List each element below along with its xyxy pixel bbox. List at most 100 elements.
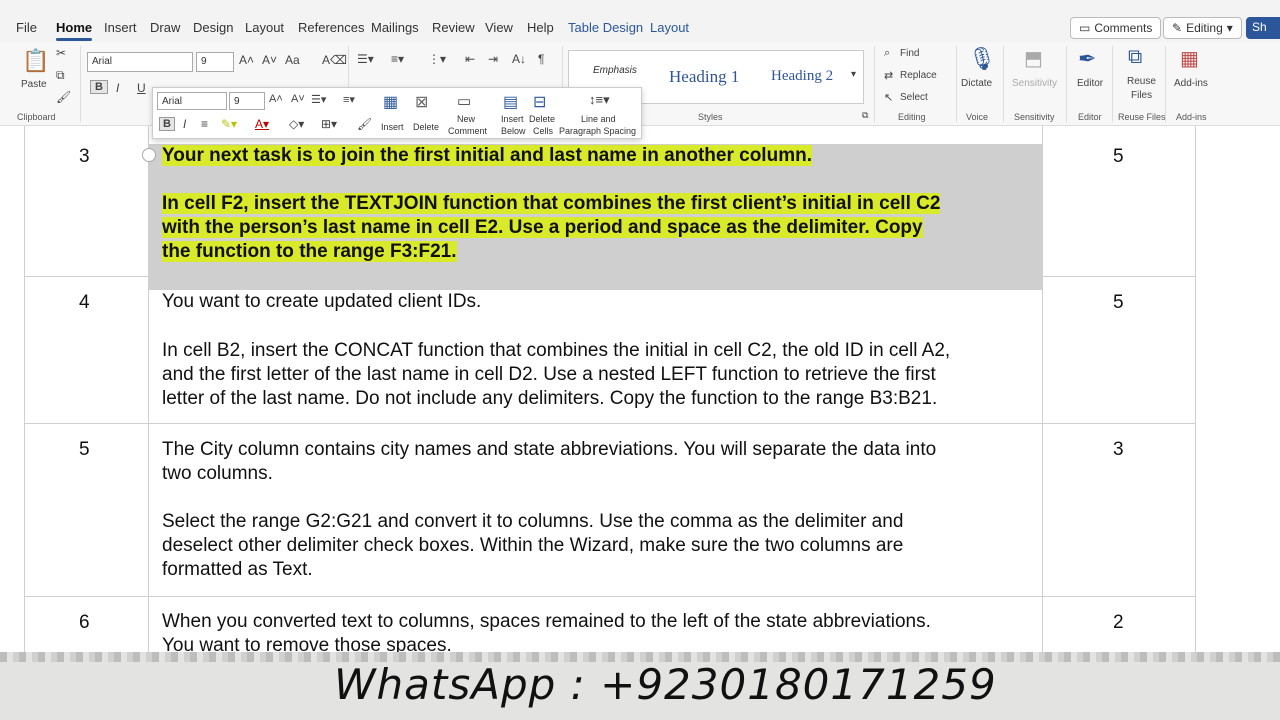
bullets-icon[interactable]: ☰▾ — [357, 52, 374, 66]
style-heading-1[interactable]: Heading 1 — [669, 67, 739, 87]
grow-font-icon[interactable]: A˄ — [239, 53, 254, 67]
comments-button[interactable]: ▭ Comments — [1070, 17, 1162, 39]
share-button[interactable]: Sh — [1246, 17, 1280, 39]
bold-button[interactable]: B — [90, 80, 108, 94]
delete-cells-icon[interactable]: ⊟ — [533, 92, 546, 112]
paste-icon[interactable]: 📋 — [22, 48, 49, 74]
tab-layout[interactable]: Layout — [245, 20, 284, 35]
dictate-button[interactable]: Dictate — [961, 78, 992, 89]
replace-icon[interactable]: ⇄ — [884, 69, 893, 82]
increase-indent-icon[interactable]: ⇥ — [488, 52, 498, 66]
mini-insert-button[interactable]: Insert — [381, 122, 404, 133]
mini-italic-button[interactable]: I — [183, 117, 186, 131]
add-ins-button[interactable]: Add-ins — [1174, 78, 1208, 89]
mini-font-name-box[interactable]: Arial — [157, 92, 227, 110]
tab-help[interactable]: Help — [527, 20, 554, 35]
highlight-icon[interactable]: ✎▾ — [221, 117, 237, 131]
reuse-label-2[interactable]: Files — [1131, 90, 1152, 101]
delete-table-icon[interactable]: ⊠ — [415, 92, 428, 112]
shrink-font-icon[interactable]: A˅ — [291, 93, 305, 105]
tab-file[interactable]: File — [16, 20, 37, 35]
document-page[interactable]: 3 5 Your next task is to join the first … — [0, 126, 1280, 658]
tab-design[interactable]: Design — [193, 20, 233, 35]
mini-font-size-box[interactable]: 9 — [229, 92, 265, 110]
reuse-label-1[interactable]: Reuse — [1127, 76, 1156, 87]
replace-button[interactable]: Replace — [900, 70, 937, 81]
paste-label[interactable]: Paste — [21, 79, 47, 90]
find-button[interactable]: Find — [900, 48, 919, 59]
delete-cells-label-2[interactable]: Cells — [533, 126, 553, 137]
editing-label: Editing — [1186, 21, 1223, 35]
numbering-icon[interactable]: ≡▾ — [391, 52, 404, 66]
tab-insert[interactable]: Insert — [104, 20, 137, 35]
line-spacing-label-2[interactable]: Paragraph Spacing — [559, 126, 636, 137]
whatsapp-watermark: WhatsApp : +923018017125​9 — [334, 660, 997, 709]
chevron-down-icon: ▾ — [1226, 21, 1233, 35]
insert-below-label-1[interactable]: Insert — [501, 114, 524, 125]
shrink-font-icon[interactable]: A˅ — [262, 53, 277, 67]
clear-formatting-icon[interactable]: A⌫ — [322, 53, 347, 67]
microphone-icon[interactable]: 🎙 — [968, 46, 996, 72]
styles-scroll-icon[interactable]: ▾ — [851, 69, 856, 80]
editor-pen-icon[interactable]: ✒ — [1078, 46, 1096, 72]
line-spacing-icon[interactable]: ↕≡▾ — [589, 92, 610, 108]
select-icon[interactable]: ↖ — [884, 91, 893, 104]
mini-bold-button[interactable]: B — [159, 117, 175, 131]
sort-icon[interactable]: A↓ — [512, 52, 526, 66]
tab-view[interactable]: View — [485, 20, 513, 35]
table-border — [24, 596, 1196, 597]
style-heading-2[interactable]: Heading 2 — [771, 68, 833, 85]
new-comment-icon[interactable]: ▭ — [457, 92, 471, 110]
italic-button[interactable]: I — [116, 81, 119, 95]
styles-dialog-launcher-icon[interactable]: ⧉ — [862, 110, 868, 121]
grow-font-icon[interactable]: A˄ — [269, 93, 283, 105]
ribbon-separator — [874, 46, 875, 122]
decrease-indent-icon[interactable]: ⇤ — [465, 52, 475, 66]
tab-table-layout[interactable]: Layout — [650, 20, 689, 35]
style-emphasis[interactable]: Emphasis — [593, 65, 637, 76]
task-text: In cell F2, insert the TEXTJOIN function… — [162, 192, 941, 264]
tab-draw[interactable]: Draw — [150, 20, 180, 35]
cut-icon[interactable]: ✂ — [56, 46, 66, 60]
new-comment-label-1[interactable]: New — [457, 114, 475, 125]
line-spacing-label-1[interactable]: Line and — [581, 114, 616, 125]
drag-handle-icon[interactable] — [142, 148, 156, 162]
show-formatting-icon[interactable]: ¶ — [538, 52, 544, 66]
format-painter-icon[interactable]: 🖌 — [357, 117, 372, 131]
reuse-files-icon[interactable]: ⧉ — [1128, 46, 1142, 69]
insert-below-icon[interactable]: ▤ — [503, 92, 518, 112]
pencil-icon: ✎ — [1172, 21, 1183, 35]
editing-mode-button[interactable]: ✎ Editing ▾ — [1163, 17, 1242, 39]
borders-icon[interactable]: ⊞▾ — [321, 117, 337, 131]
tab-review[interactable]: Review — [432, 20, 475, 35]
format-painter-icon[interactable]: 🖌 — [56, 90, 71, 104]
bullets-icon[interactable]: ☰▾ — [311, 93, 326, 106]
select-button[interactable]: Select — [900, 92, 928, 103]
shading-icon[interactable]: ◇▾ — [289, 117, 304, 131]
insert-below-label-2[interactable]: Below — [501, 126, 526, 137]
row-points: 3 — [1113, 439, 1124, 460]
task-line: letter of the last name. Do not include … — [162, 388, 938, 409]
underline-button[interactable]: U — [137, 81, 146, 95]
task-line: the function to the range F3:F21. — [162, 241, 457, 262]
tab-home[interactable]: Home — [56, 20, 93, 41]
align-icon[interactable]: ≡ — [201, 117, 208, 131]
copy-icon[interactable]: ⧉ — [56, 68, 65, 83]
mini-delete-button[interactable]: Delete — [413, 122, 439, 133]
numbering-icon[interactable]: ≡▾ — [343, 93, 355, 106]
new-comment-label-2[interactable]: Comment — [448, 126, 487, 137]
change-case-icon[interactable]: Aa — [285, 53, 300, 67]
task-text: Your next task is to join the first init… — [162, 144, 812, 168]
find-icon[interactable]: ⌕ — [884, 47, 890, 60]
editor-button[interactable]: Editor — [1077, 78, 1103, 89]
add-ins-icon[interactable]: ▦ — [1180, 46, 1199, 71]
tab-references[interactable]: References — [298, 20, 364, 35]
multilevel-list-icon[interactable]: ⋮▾ — [428, 52, 446, 66]
font-name-box[interactable]: Arial — [87, 52, 193, 72]
insert-table-icon[interactable]: ▦ — [383, 92, 398, 112]
tab-table-design[interactable]: Table Design — [568, 20, 643, 35]
tab-mailings[interactable]: Mailings — [371, 20, 419, 35]
delete-cells-label-1[interactable]: Delete — [529, 114, 555, 125]
font-size-box[interactable]: 9 — [196, 52, 234, 72]
font-color-icon[interactable]: A▾ — [255, 117, 269, 131]
